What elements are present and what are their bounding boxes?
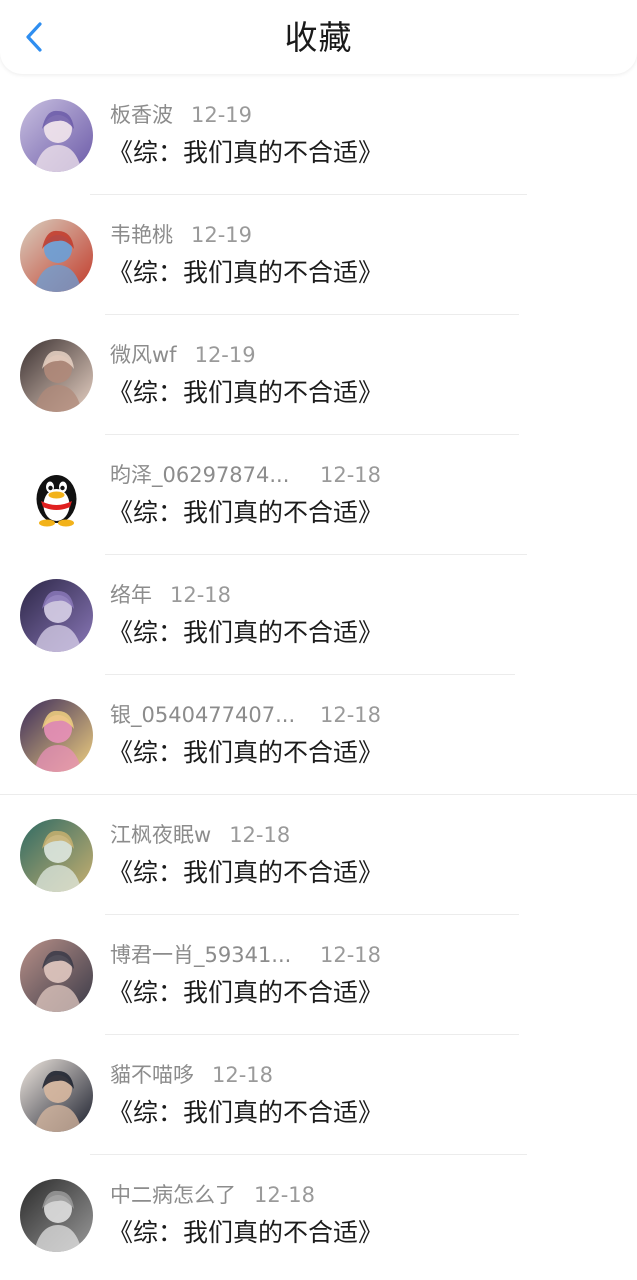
- anime-shrine-avatar[interactable]: [20, 219, 93, 292]
- favorited-book-title[interactable]: 《综：我们真的不合适》: [108, 135, 383, 171]
- username[interactable]: 中二病怎么了: [110, 1183, 236, 1207]
- username[interactable]: 韦艳桃: [110, 223, 173, 247]
- timestamp: 12-18: [320, 943, 382, 967]
- item-meta: 络年 12-18: [110, 580, 231, 610]
- item-meta: 昀泽_06297874... 12-18: [110, 460, 381, 490]
- username[interactable]: 昀泽_06297874...: [110, 463, 289, 487]
- favorited-book-title[interactable]: 《综：我们真的不合适》: [108, 975, 383, 1011]
- timestamp: 12-18: [212, 1063, 274, 1087]
- anime-dark-avatar[interactable]: [20, 579, 93, 652]
- page-title: 收藏: [284, 18, 353, 57]
- username[interactable]: 江枫夜眠w: [110, 823, 211, 847]
- favorited-book-title[interactable]: 《综：我们真的不合适》: [108, 1095, 383, 1131]
- favorited-book-title[interactable]: 《综：我们真的不合适》: [108, 735, 383, 771]
- timestamp: 12-18: [254, 1183, 316, 1207]
- item-meta: 中二病怎么了 12-18: [110, 1180, 315, 1210]
- bw-portrait-avatar[interactable]: [20, 1179, 93, 1252]
- list-item[interactable]: 络年 12-18 《综：我们真的不合适》: [0, 555, 637, 675]
- username[interactable]: 博君一肖_59341...: [110, 943, 291, 967]
- favorites-list: 板香波 12-19 《综：我们真的不合适》 韦艳桃 12-19 《综：我们真的不合适》 …: [0, 75, 637, 1275]
- timestamp: 12-19: [191, 103, 253, 127]
- item-meta: 银_0540477407... 12-18: [110, 700, 381, 730]
- list-item[interactable]: 博君一肖_59341... 12-18 《综：我们真的不合适》: [0, 915, 637, 1035]
- list-item[interactable]: 板香波 12-19 《综：我们真的不合适》: [0, 75, 637, 195]
- username[interactable]: 板香波: [110, 103, 173, 127]
- username[interactable]: 络年: [110, 583, 152, 607]
- timestamp: 12-18: [170, 583, 232, 607]
- favorites-screen: 收藏 板香波 12-19 《综：我们真的不合适》 韦艳桃 12-19 《综：我们真的不合…: [0, 0, 637, 1280]
- item-meta: 微风wf 12-19: [110, 340, 256, 370]
- item-meta: 板香波 12-19: [110, 100, 252, 130]
- favorited-book-title[interactable]: 《综：我们真的不合适》: [108, 615, 383, 651]
- item-meta: 江枫夜眠w 12-18: [110, 820, 290, 850]
- favorited-book-title[interactable]: 《综：我们真的不合适》: [108, 855, 383, 891]
- favorited-book-title[interactable]: 《综：我们真的不合适》: [108, 495, 383, 531]
- list-item[interactable]: 昀泽_06297874... 12-18 《综：我们真的不合适》: [0, 435, 637, 555]
- item-meta: 貓不喵哆 12-18: [110, 1060, 273, 1090]
- favorited-book-title[interactable]: 《综：我们真的不合适》: [108, 375, 383, 411]
- anime-girl-avatar[interactable]: [20, 99, 93, 172]
- timestamp: 12-19: [194, 343, 256, 367]
- list-item[interactable]: 江枫夜眠w 12-18 《综：我们真的不合适》: [0, 795, 637, 915]
- timestamp: 12-18: [229, 823, 291, 847]
- cap-person-avatar[interactable]: [20, 1059, 93, 1132]
- qq-penguin-avatar[interactable]: [20, 459, 93, 532]
- username[interactable]: 貓不喵哆: [110, 1063, 194, 1087]
- header-bar: 收藏: [0, 0, 637, 74]
- timestamp: 12-18: [320, 463, 382, 487]
- item-meta: 博君一肖_59341... 12-18: [110, 940, 381, 970]
- anime-blonde-avatar[interactable]: [20, 699, 93, 772]
- username[interactable]: 银_0540477407...: [110, 703, 295, 727]
- favorited-book-title[interactable]: 《综：我们真的不合适》: [108, 255, 383, 291]
- timestamp: 12-19: [191, 223, 253, 247]
- art-teal-avatar[interactable]: [20, 819, 93, 892]
- list-item[interactable]: 貓不喵哆 12-18 《综：我们真的不合适》: [0, 1035, 637, 1155]
- list-item[interactable]: 微风wf 12-19 《综：我们真的不合适》: [0, 315, 637, 435]
- person-avatar[interactable]: [20, 339, 93, 412]
- list-item[interactable]: 银_0540477407... 12-18 《综：我们真的不合适》: [0, 675, 637, 795]
- timestamp: 12-18: [320, 703, 382, 727]
- phone-photo-avatar[interactable]: [20, 939, 93, 1012]
- item-meta: 韦艳桃 12-19: [110, 220, 252, 250]
- username[interactable]: 微风wf: [110, 343, 177, 367]
- favorited-book-title[interactable]: 《综：我们真的不合适》: [108, 1215, 383, 1251]
- list-item[interactable]: 韦艳桃 12-19 《综：我们真的不合适》: [0, 195, 637, 315]
- list-item[interactable]: 中二病怎么了 12-18 《综：我们真的不合适》: [0, 1155, 637, 1275]
